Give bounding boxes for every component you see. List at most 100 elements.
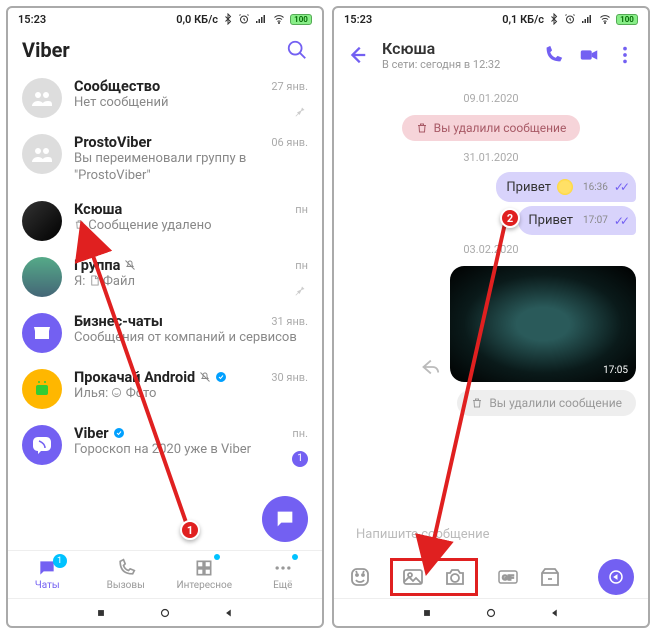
unread-badge: 1 (292, 451, 308, 467)
message-text: Привет (528, 213, 573, 228)
image-message[interactable]: 17:05 (450, 266, 636, 382)
message-time: 17:05 (603, 365, 628, 376)
call-icon[interactable] (542, 44, 564, 66)
back-icon[interactable] (346, 44, 368, 66)
back-icon[interactable] (222, 606, 236, 620)
message-list: 09.01.2020 Вы удалили сообщение 31.01.20… (334, 80, 648, 512)
chat-list-item[interactable]: СообществоНет сообщений 27 янв. (8, 70, 322, 126)
compose-fab[interactable] (262, 496, 308, 542)
share-icon[interactable] (418, 356, 440, 378)
chat-list-item[interactable]: Группа Я: Файл пн (8, 249, 322, 305)
trash-icon (74, 219, 85, 230)
chat-preview: Сообщение удалено (74, 218, 308, 235)
gallery-icon[interactable] (401, 565, 425, 589)
chat-list-item[interactable]: Прокачай Android Илья: Фото 30 янв. (8, 361, 322, 417)
smile-emoji (557, 179, 573, 195)
tab-chats[interactable]: Чаты 1 (8, 551, 87, 598)
chat-list-item[interactable]: Ксюша Сообщение удалено пн (8, 193, 322, 249)
chat-list: СообществоНет сообщений 27 янв. ProstoVi… (8, 70, 322, 550)
message-input[interactable]: Напишите сообщение (346, 516, 636, 552)
chat-title-area[interactable]: Ксюша В сети: сегодня в 12:32 (382, 39, 528, 71)
pin-icon (294, 285, 306, 297)
viber-icon (30, 433, 54, 457)
verified-icon (113, 427, 125, 439)
android-nav (8, 598, 322, 626)
alarm-icon (238, 13, 250, 25)
sticker-icon[interactable] (348, 565, 372, 589)
home-icon[interactable] (484, 606, 498, 620)
trash-icon (416, 122, 428, 134)
chat-list-item[interactable]: Бизнес-чатыСообщения от компаний и серви… (8, 305, 322, 361)
tab-label: Чаты (35, 580, 60, 591)
signal-icon (580, 13, 594, 25)
chat-date: пн (295, 259, 308, 272)
android-nav (334, 598, 648, 626)
battery-icon: 100 (290, 14, 312, 25)
store-icon (30, 321, 54, 345)
chat-name: Ксюша (74, 201, 308, 218)
contact-name: Ксюша (382, 39, 528, 58)
message-text: Привет (506, 180, 551, 195)
date-separator: 31.01.2020 (463, 151, 518, 164)
chat-preview: Нет сообщений (74, 95, 308, 112)
chat-list-item[interactable]: ProstoViberВы переименовали группу в "Pr… (8, 126, 322, 193)
file-icon (89, 275, 100, 286)
battery-icon: 100 (616, 14, 638, 25)
app-title: Viber (22, 38, 70, 62)
search-icon[interactable] (286, 39, 308, 61)
home-icon[interactable] (158, 606, 172, 620)
chat-date: 27 янв. (271, 80, 308, 93)
signal-icon (254, 13, 268, 25)
group-icon (30, 86, 54, 110)
mute-icon (199, 371, 211, 383)
chat-list-item[interactable]: Viber Гороскоп на 2020 уже в Viber пн. 1 (8, 417, 322, 473)
phone-icon (116, 558, 136, 578)
net-speed: 0,0 КБ/с (176, 13, 218, 26)
trash-icon (471, 397, 483, 409)
chat-date: пн (295, 203, 308, 216)
outgoing-message[interactable]: Привет16:36✓✓ (496, 172, 636, 202)
chat-list-header: Viber (8, 30, 322, 70)
chat-preview: Вы переименовали группу в "ProstoViber" (74, 151, 308, 185)
bluetooth-icon (548, 13, 560, 25)
mute-icon (124, 259, 136, 271)
outgoing-message[interactable]: Привет17:07✓✓ (518, 206, 636, 235)
contact-status: В сети: сегодня в 12:32 (382, 58, 528, 71)
step-marker-2: 2 (500, 208, 520, 228)
tab-more[interactable]: Ещё (244, 551, 323, 598)
back-icon[interactable] (548, 606, 562, 620)
tab-badge: 1 (53, 554, 67, 568)
tab-calls[interactable]: Вызовы (87, 551, 166, 598)
svg-text:GIF: GIF (502, 575, 514, 582)
chat-preview: Гороскоп на 2020 уже в Viber (74, 442, 308, 459)
status-time: 15:23 (344, 13, 372, 26)
status-time: 15:23 (18, 13, 46, 26)
tab-interesting[interactable]: Интересное (165, 551, 244, 598)
read-receipt-icon: ✓✓ (614, 180, 626, 194)
highlight-box (390, 558, 478, 596)
camera-icon[interactable] (443, 565, 467, 589)
video-call-icon[interactable] (578, 44, 600, 66)
tab-label: Интересное (176, 580, 232, 591)
step-marker-1: 1 (180, 520, 200, 540)
more-icon (273, 558, 293, 578)
recents-icon[interactable] (94, 606, 108, 620)
voice-send-button[interactable] (598, 559, 634, 595)
tab-label: Вызовы (107, 580, 145, 591)
wifi-icon (272, 13, 286, 25)
verified-icon (215, 371, 227, 383)
recents-icon[interactable] (420, 606, 434, 620)
chat-name: Viber (74, 425, 308, 442)
bluetooth-icon (222, 13, 234, 25)
menu-icon[interactable] (614, 44, 636, 66)
date-separator: 09.01.2020 (463, 92, 518, 105)
wifi-icon (598, 13, 612, 25)
chat-preview: Сообщения от компаний и сервисов (74, 330, 308, 347)
alarm-icon (564, 13, 576, 25)
chat-date: 30 янв. (271, 371, 308, 384)
chat-name: Группа (74, 257, 308, 274)
message-time: 17:07 (583, 215, 608, 226)
interesting-icon (194, 558, 214, 578)
attach-icon[interactable] (538, 565, 562, 589)
gif-icon[interactable]: GIF (496, 565, 520, 589)
